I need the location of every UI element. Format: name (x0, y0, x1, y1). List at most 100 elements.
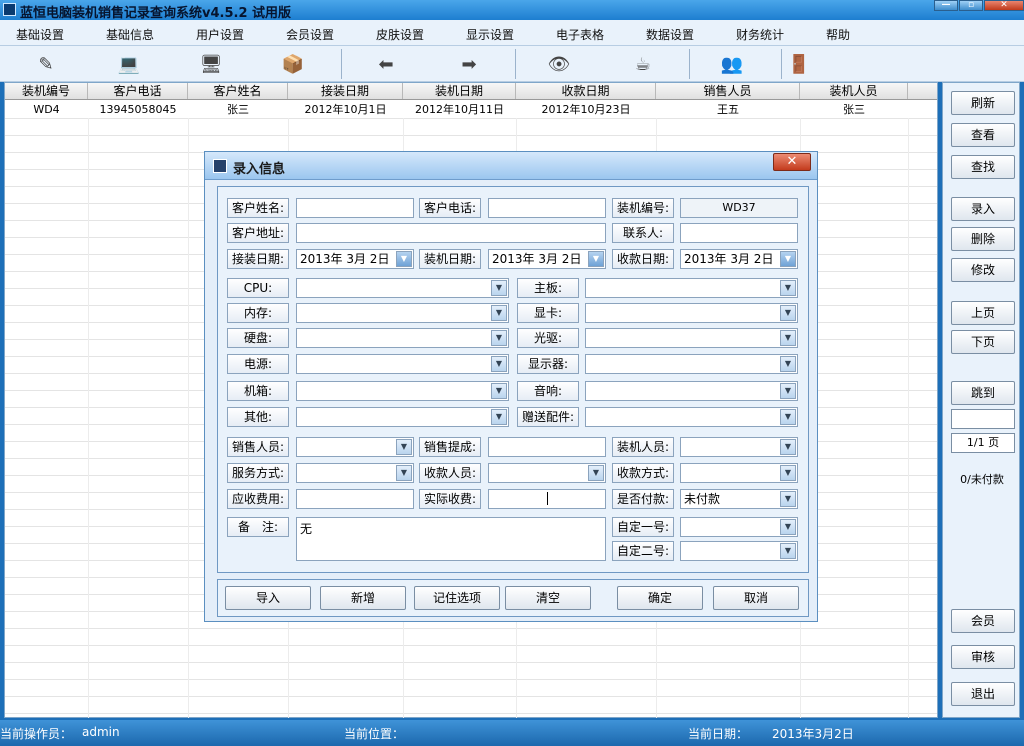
other-select[interactable]: ▼ (296, 407, 509, 427)
col-header-customer-phone[interactable]: 客户电话 (88, 83, 188, 99)
motherboard-select[interactable]: ▼ (585, 278, 798, 298)
chevron-down-icon[interactable]: ▼ (780, 409, 796, 425)
goto-page-button[interactable]: 跳到 (951, 381, 1015, 405)
chevron-down-icon[interactable]: ▼ (780, 383, 796, 399)
chevron-down-icon[interactable]: ▼ (396, 439, 412, 455)
add-button[interactable]: 新增 (320, 586, 406, 610)
salesperson-select[interactable]: ▼ (296, 437, 414, 457)
search-eye-icon[interactable]: 👁 (546, 51, 572, 77)
actual-paid-input[interactable] (488, 489, 606, 509)
remember-options-button[interactable]: 记住选项 (414, 586, 500, 610)
chevron-down-icon[interactable]: ▼ (491, 383, 507, 399)
monitor-icon[interactable]: 🖥 (198, 51, 224, 77)
chevron-down-icon[interactable]: ▼ (588, 251, 604, 267)
delete-button[interactable]: 删除 (951, 227, 1015, 251)
view-button[interactable]: 查看 (951, 123, 1015, 147)
custom2-select[interactable]: ▼ (680, 541, 798, 561)
refresh-button[interactable]: 刷新 (951, 91, 1015, 115)
installer-select[interactable]: ▼ (680, 437, 798, 457)
psu-select[interactable]: ▼ (296, 354, 509, 374)
member-button[interactable]: 会员 (951, 609, 1015, 633)
audit-button[interactable]: 审核 (951, 645, 1015, 669)
ok-button[interactable]: 确定 (617, 586, 703, 610)
hdd-select[interactable]: ▼ (296, 328, 509, 348)
chevron-down-icon[interactable]: ▼ (780, 305, 796, 321)
menu-help[interactable]: 帮助 (826, 26, 850, 43)
install-date-picker[interactable]: 2013年 3月 2日 ▼ (488, 249, 606, 269)
menu-user-settings[interactable]: 用户设置 (196, 26, 244, 43)
chevron-down-icon[interactable]: ▼ (780, 439, 796, 455)
arrow-right-icon[interactable]: ➡ (456, 51, 482, 77)
audio-select[interactable]: ▼ (585, 381, 798, 401)
menu-basic-settings[interactable]: 基础设置 (16, 26, 64, 43)
col-header-receive-date[interactable]: 接装日期 (288, 83, 403, 99)
chevron-down-icon[interactable]: ▼ (780, 330, 796, 346)
maximize-button[interactable]: ▫ (959, 0, 983, 11)
is-paid-select[interactable]: 未付款 ▼ (680, 489, 798, 509)
prev-page-button[interactable]: 上页 (951, 301, 1015, 325)
menu-basic-info[interactable]: 基础信息 (106, 26, 154, 43)
commission-input[interactable] (488, 437, 606, 457)
table-row[interactable]: WD4 13945058045 张三 2012年10月1日 2012年10月11… (5, 101, 937, 118)
find-button[interactable]: 查找 (951, 155, 1015, 179)
dialog-close-button[interactable]: ✕ (773, 153, 811, 171)
col-header-install-no[interactable]: 装机编号 (5, 83, 88, 99)
gift-select[interactable]: ▼ (585, 407, 798, 427)
coffee-icon[interactable]: ☕ (630, 51, 656, 77)
payment-method-select[interactable]: ▼ (680, 463, 798, 483)
col-header-payment-date[interactable]: 收款日期 (516, 83, 656, 99)
col-header-salesperson[interactable]: 销售人员 (656, 83, 800, 99)
gpu-select[interactable]: ▼ (585, 303, 798, 323)
cpu-select[interactable]: ▼ (296, 278, 509, 298)
users-icon[interactable]: 👥 (719, 51, 745, 77)
payment-date-picker[interactable]: 2013年 3月 2日 ▼ (680, 249, 798, 269)
memory-select[interactable]: ▼ (296, 303, 509, 323)
col-header-install-date[interactable]: 装机日期 (403, 83, 516, 99)
menu-skin-settings[interactable]: 皮肤设置 (376, 26, 424, 43)
computer-icon[interactable]: 💻 (116, 51, 142, 77)
menu-display-settings[interactable]: 显示设置 (466, 26, 514, 43)
col-header-customer-name[interactable]: 客户姓名 (188, 83, 288, 99)
menu-data-settings[interactable]: 数据设置 (646, 26, 694, 43)
chevron-down-icon[interactable]: ▼ (780, 356, 796, 372)
optical-select[interactable]: ▼ (585, 328, 798, 348)
chevron-down-icon[interactable]: ▼ (396, 251, 412, 267)
custom1-select[interactable]: ▼ (680, 517, 798, 537)
receivable-input[interactable] (296, 489, 414, 509)
chevron-down-icon[interactable]: ▼ (491, 409, 507, 425)
case-select[interactable]: ▼ (296, 381, 509, 401)
receive-date-picker[interactable]: 2013年 3月 2日 ▼ (296, 249, 414, 269)
chevron-down-icon[interactable]: ▼ (396, 465, 412, 481)
import-button[interactable]: 导入 (225, 586, 311, 610)
remarks-textarea[interactable]: 无 (296, 517, 606, 561)
menu-finance-stats[interactable]: 财务统计 (736, 26, 784, 43)
cancel-button[interactable]: 取消 (713, 586, 799, 610)
customer-name-input[interactable] (296, 198, 414, 218)
edit-icon[interactable]: ✎ (33, 51, 59, 77)
exit-button[interactable]: 退出 (951, 682, 1015, 706)
service-select[interactable]: ▼ (296, 463, 414, 483)
chevron-down-icon[interactable]: ▼ (491, 356, 507, 372)
dialog-titlebar[interactable]: 录入信息 ✕ (205, 152, 817, 180)
arrow-left-icon[interactable]: ⬅ (373, 51, 399, 77)
close-window-button[interactable]: ✕ (984, 0, 1024, 11)
minimize-button[interactable]: — (934, 0, 958, 11)
contact-input[interactable] (680, 223, 798, 243)
package-icon[interactable]: 📦 (280, 51, 306, 77)
chevron-down-icon[interactable]: ▼ (491, 330, 507, 346)
install-no-input[interactable]: WD37 (680, 198, 798, 218)
exit-door-icon[interactable]: 🚪 (786, 51, 812, 77)
edit-button[interactable]: 修改 (951, 258, 1015, 282)
chevron-down-icon[interactable]: ▼ (780, 280, 796, 296)
col-header-installer[interactable]: 装机人员 (800, 83, 908, 99)
display-select[interactable]: ▼ (585, 354, 798, 374)
goto-page-input[interactable] (951, 409, 1015, 429)
menu-spreadsheet[interactable]: 电子表格 (556, 26, 604, 43)
chevron-down-icon[interactable]: ▼ (780, 491, 796, 507)
entry-button[interactable]: 录入 (951, 197, 1015, 221)
chevron-down-icon[interactable]: ▼ (780, 465, 796, 481)
menu-member-settings[interactable]: 会员设置 (286, 26, 334, 43)
chevron-down-icon[interactable]: ▼ (780, 543, 796, 559)
chevron-down-icon[interactable]: ▼ (491, 280, 507, 296)
chevron-down-icon[interactable]: ▼ (780, 519, 796, 535)
